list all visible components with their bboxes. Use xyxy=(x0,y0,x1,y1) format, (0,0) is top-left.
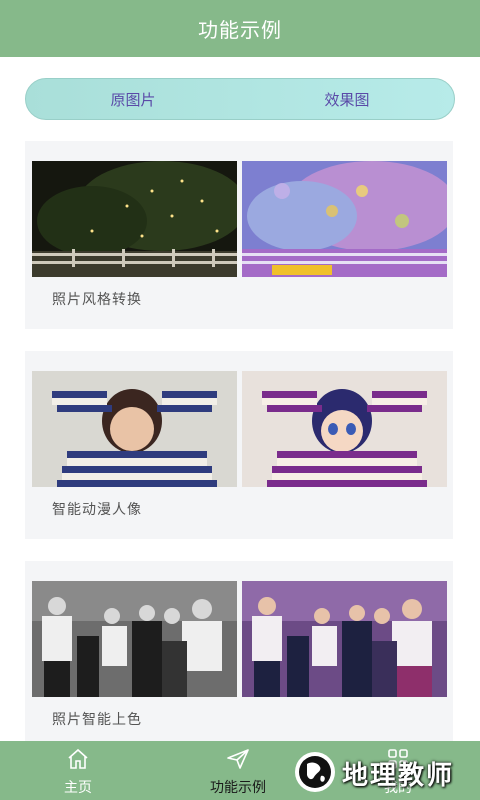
tab-home[interactable]: 主页 xyxy=(18,741,138,800)
card-caption: 智能动漫人像 xyxy=(52,502,142,518)
original-photo-bw-group xyxy=(32,581,237,697)
top-bar: 功能示例 xyxy=(0,0,480,57)
effect-image-tab[interactable]: 效果图 xyxy=(240,79,454,119)
page-title: 功能示例 xyxy=(198,18,282,42)
send-icon xyxy=(227,749,249,769)
home-icon xyxy=(68,748,88,769)
watermark: 地理教师 xyxy=(290,745,480,800)
card-caption: 照片风格转换 xyxy=(52,292,142,308)
example-card-anime-portrait[interactable]: 智能动漫人像 xyxy=(25,351,453,539)
original-image-tab[interactable]: 原图片 xyxy=(26,79,240,119)
globe-logo-icon xyxy=(295,752,335,792)
original-photo-child xyxy=(32,371,237,487)
example-card-colorization[interactable]: 照片智能上色 xyxy=(25,561,453,749)
original-photo-night-tree xyxy=(32,161,237,277)
view-toggle[interactable]: 原图片 效果图 xyxy=(25,78,455,120)
effect-photo-night-tree xyxy=(242,161,447,277)
tab-label: 主页 xyxy=(64,780,92,796)
tab-feature-examples[interactable]: 功能示例 xyxy=(178,741,298,800)
card-caption: 照片智能上色 xyxy=(52,712,142,728)
watermark-text: 地理教师 xyxy=(342,761,455,791)
example-card-style-transfer[interactable]: 照片风格转换 xyxy=(25,141,453,329)
effect-photo-child-anime xyxy=(242,371,447,487)
effect-photo-colorized-group xyxy=(242,581,447,697)
tab-label: 功能示例 xyxy=(210,780,266,796)
